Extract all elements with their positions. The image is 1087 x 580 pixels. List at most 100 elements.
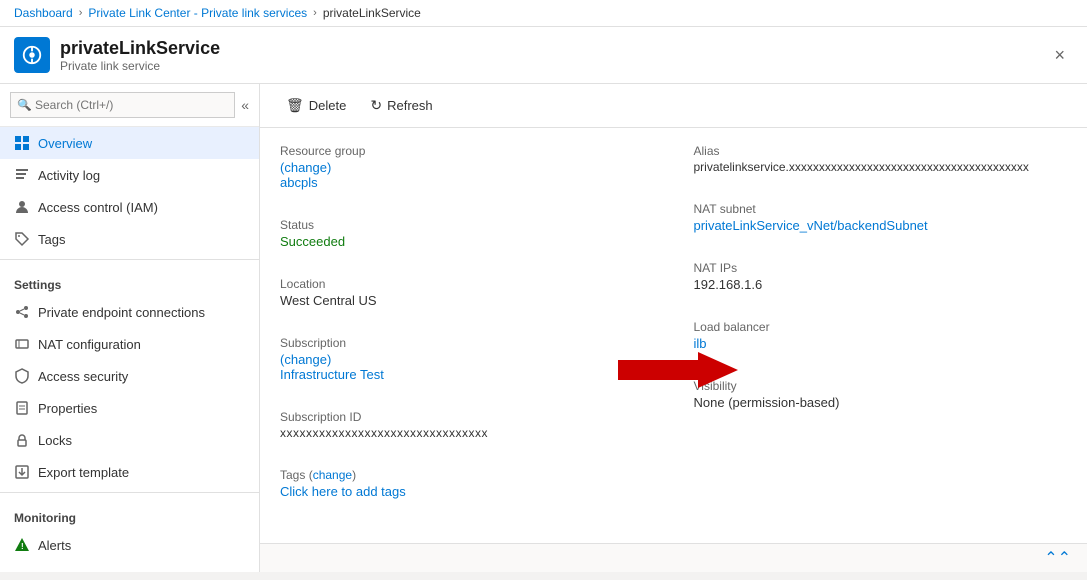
delete-button[interactable]: 🗑 Delete: [276, 92, 356, 119]
status-value: Succeeded: [280, 234, 654, 249]
status-cell: Status Succeeded: [280, 218, 654, 263]
refresh-label: Refresh: [387, 98, 433, 113]
sidebar-item-export-template-label: Export template: [38, 465, 129, 480]
monitoring-section-label: Monitoring: [0, 497, 259, 529]
details-left-column: Resource group (change) abcpls Status Su…: [280, 144, 654, 527]
search-input[interactable]: [10, 92, 235, 118]
nat-subnet-cell: NAT subnet privateLinkService_vNet/backe…: [694, 202, 1068, 247]
breadcrumb-sep-2: ›: [313, 7, 317, 19]
subscription-name-link[interactable]: Infrastructure Test: [280, 367, 384, 382]
private-endpoint-icon: [14, 304, 30, 320]
tags-label: Tags (change): [280, 468, 654, 482]
access-control-icon: [14, 199, 30, 215]
delete-icon: 🗑: [286, 97, 304, 114]
toolbar: 🗑 Delete ↻ Refresh: [260, 84, 1087, 128]
sidebar-item-activity-log[interactable]: Activity log: [0, 159, 259, 191]
tags-value: Click here to add tags: [280, 484, 654, 499]
access-security-icon: [14, 368, 30, 384]
details-right-column: Alias privatelinkservice.xxxxxxxxxxxxxxx…: [694, 144, 1068, 527]
breadcrumb: Dashboard › Private Link Center - Privat…: [0, 0, 1087, 27]
resource-title: privateLinkService Private link service: [60, 38, 220, 73]
subscription-change-link[interactable]: (change): [280, 352, 331, 367]
tags-add-link[interactable]: Click here to add tags: [280, 484, 406, 499]
details-grid: Resource group (change) abcpls Status Su…: [280, 144, 1067, 527]
resource-group-change-link[interactable]: (change): [280, 160, 331, 175]
search-icon: 🔍: [17, 99, 31, 112]
svg-text:!: !: [21, 542, 24, 551]
alias-value: privatelinkservice.xxxxxxxxxxxxxxxxxxxxx…: [694, 160, 1068, 174]
details-panel: Resource group (change) abcpls Status Su…: [260, 128, 1087, 543]
sidebar-item-locks[interactable]: Locks: [0, 424, 259, 456]
resource-group-label: Resource group: [280, 144, 654, 158]
breadcrumb-dashboard[interactable]: Dashboard: [14, 6, 73, 20]
tags-icon: [14, 231, 30, 247]
breadcrumb-private-link[interactable]: Private Link Center - Private link servi…: [88, 6, 307, 20]
tags-cell: Tags (change) Click here to add tags: [280, 468, 654, 513]
load-balancer-label: Load balancer: [694, 320, 1068, 334]
sidebar: 🔍 « Overview Activity log Access control…: [0, 84, 260, 572]
sidebar-item-activity-log-label: Activity log: [38, 168, 100, 183]
resource-group-name: abcpls: [280, 175, 318, 190]
sidebar-item-access-security[interactable]: Access security: [0, 360, 259, 392]
status-label: Status: [280, 218, 654, 232]
nat-subnet-link[interactable]: privateLinkService_vNet/backendSubnet: [694, 218, 928, 233]
sidebar-item-nat-config[interactable]: NAT configuration: [0, 328, 259, 360]
subscription-cell: Subscription (change) Infrastructure Tes…: [280, 336, 654, 396]
refresh-button[interactable]: ↻ Refresh: [360, 92, 442, 119]
visibility-value: None (permission-based): [694, 395, 1068, 410]
monitoring-divider: [0, 492, 259, 493]
subscription-value: (change) Infrastructure Test: [280, 352, 654, 382]
refresh-icon: ↻: [370, 97, 382, 114]
locks-icon: [14, 432, 30, 448]
location-cell: Location West Central US: [280, 277, 654, 322]
activity-log-icon: [14, 167, 30, 183]
nat-ips-label: NAT IPs: [694, 261, 1068, 275]
overview-icon: [14, 135, 30, 151]
alias-cell: Alias privatelinkservice.xxxxxxxxxxxxxxx…: [694, 144, 1068, 188]
export-template-icon: [14, 464, 30, 480]
sidebar-item-access-security-label: Access security: [38, 369, 128, 384]
alerts-icon: !: [14, 537, 30, 553]
subscription-label: Subscription: [280, 336, 654, 350]
delete-label: Delete: [309, 98, 347, 113]
properties-icon: [14, 400, 30, 416]
load-balancer-link[interactable]: ilb: [694, 336, 707, 351]
sidebar-item-metrics[interactable]: Metrics: [0, 561, 259, 572]
sidebar-item-alerts-label: Alerts: [38, 538, 71, 553]
main-layout: 🔍 « Overview Activity log Access control…: [0, 84, 1087, 572]
sidebar-item-private-endpoint[interactable]: Private endpoint connections: [0, 296, 259, 328]
sidebar-item-access-control[interactable]: Access control (IAM): [0, 191, 259, 223]
collapse-button[interactable]: ⌃⌃: [1044, 548, 1071, 568]
sidebar-item-tags[interactable]: Tags: [0, 223, 259, 255]
resource-type: Private link service: [60, 59, 220, 73]
sidebar-item-tags-label: Tags: [38, 232, 65, 247]
settings-divider: [0, 259, 259, 260]
location-value: West Central US: [280, 293, 654, 308]
sidebar-item-locks-label: Locks: [38, 433, 72, 448]
sidebar-item-metrics-label: Metrics: [38, 570, 80, 573]
visibility-cell: Visibility None (permission-based): [694, 379, 1068, 424]
nat-ips-cell: NAT IPs 192.168.1.6: [694, 261, 1068, 306]
load-balancer-cell: Load balancer ilb: [694, 320, 1068, 365]
metrics-icon: [14, 569, 30, 572]
alias-label: Alias: [694, 144, 1068, 158]
visibility-label: Visibility: [694, 379, 1068, 393]
sidebar-item-alerts[interactable]: ! Alerts: [0, 529, 259, 561]
sidebar-item-private-endpoint-label: Private endpoint connections: [38, 305, 205, 320]
nat-config-icon: [14, 336, 30, 352]
sidebar-item-overview-label: Overview: [38, 136, 92, 151]
close-button[interactable]: ×: [1046, 41, 1073, 70]
resource-icon: [14, 37, 50, 73]
tags-change-link[interactable]: change: [313, 468, 352, 482]
subscription-id-label: Subscription ID: [280, 410, 654, 424]
nat-subnet-label: NAT subnet: [694, 202, 1068, 216]
location-label: Location: [280, 277, 654, 291]
collapse-sidebar-button[interactable]: «: [241, 97, 249, 113]
breadcrumb-sep-1: ›: [79, 7, 83, 19]
subscription-id-value: xxxxxxxxxxxxxxxxxxxxxxxxxxxxxxxx: [280, 426, 654, 440]
sidebar-item-overview[interactable]: Overview: [0, 127, 259, 159]
collapse-row: ⌃⌃: [260, 543, 1087, 572]
sidebar-item-export-template[interactable]: Export template: [0, 456, 259, 488]
nat-subnet-value: privateLinkService_vNet/backendSubnet: [694, 218, 1068, 233]
sidebar-item-properties[interactable]: Properties: [0, 392, 259, 424]
